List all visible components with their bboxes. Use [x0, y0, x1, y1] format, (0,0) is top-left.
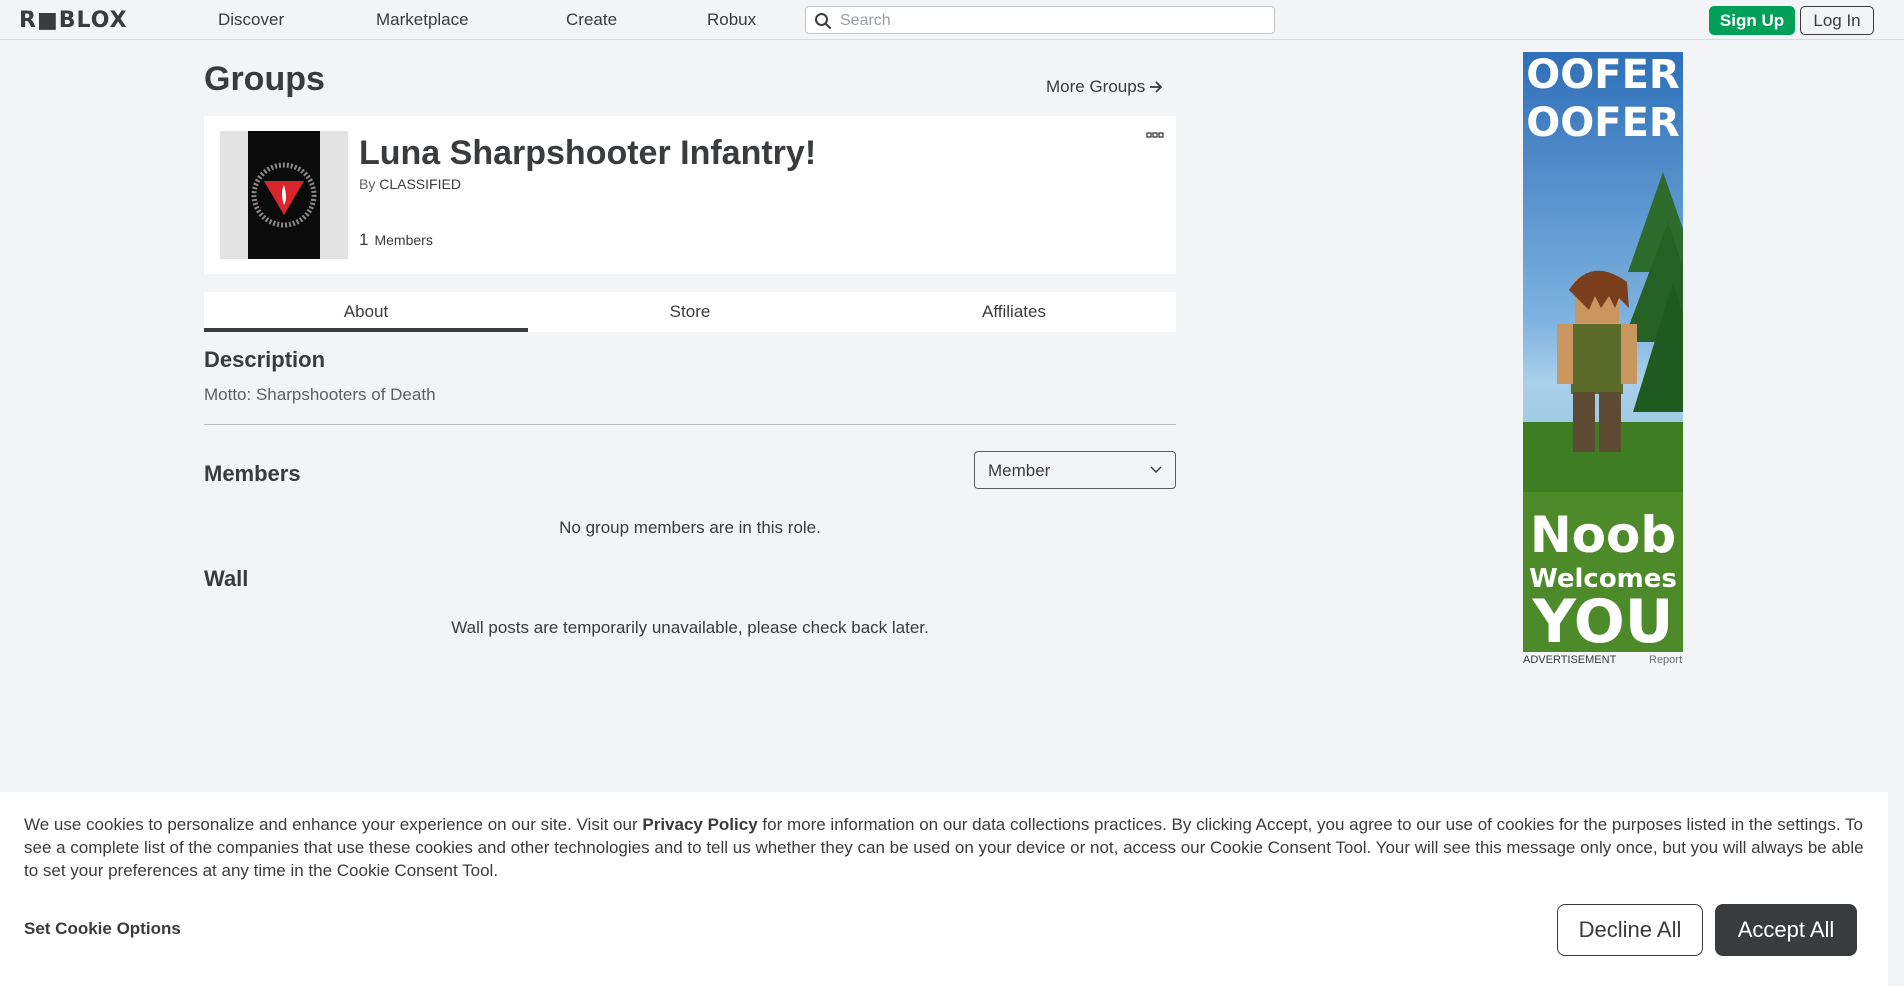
ad-text-5: YOU [1531, 587, 1673, 652]
cookie-text-before: We use cookies to personalize and enhanc… [24, 815, 643, 834]
tab-affiliates[interactable]: Affiliates [852, 292, 1176, 332]
description-title: Description [204, 347, 326, 372]
group-tabs: About Store Affiliates [204, 292, 1176, 332]
cookie-banner: We use cookies to personalize and enhanc… [0, 792, 1888, 986]
by-label: By [359, 176, 376, 192]
ad-text-1: OOFER [1526, 52, 1679, 98]
sign-up-button[interactable]: Sign Up [1709, 6, 1795, 35]
search-icon [815, 13, 831, 29]
group-emblem-image [248, 131, 320, 259]
nav-robux[interactable]: Robux [707, 10, 756, 30]
page-title: Groups [204, 60, 325, 98]
more-groups-link[interactable]: More Groups [1046, 77, 1163, 97]
cookie-text: We use cookies to personalize and enhanc… [24, 813, 1874, 882]
nav-discover[interactable]: Discover [218, 10, 284, 30]
chevron-down-icon [1150, 466, 1162, 474]
nav-marketplace[interactable]: Marketplace [376, 10, 469, 30]
ad-report-link[interactable]: Report [1649, 654, 1682, 666]
role-dropdown[interactable]: Member [974, 451, 1176, 489]
nav-create[interactable]: Create [566, 10, 617, 30]
owner-name[interactable]: CLASSIFIED [379, 176, 461, 192]
ad-text-3: Noob [1530, 506, 1676, 564]
advertisement-banner[interactable]: OOFER OOFER Noob Welcomes YOU [1523, 52, 1683, 652]
ad-text-2: OOFER [1526, 100, 1679, 146]
arrow-right-icon [1150, 81, 1163, 93]
group-header-card: Luna Sharpshooter Infantry! By CLASSIFIE… [204, 116, 1176, 274]
tab-about[interactable]: About [204, 292, 528, 332]
set-cookie-options-button[interactable]: Set Cookie Options [24, 919, 181, 939]
member-count-label: Members [374, 232, 433, 248]
wall-title: Wall [204, 566, 249, 591]
top-nav: R■BLOX Discover Marketplace Create Robux… [0, 0, 1904, 40]
group-name: Luna Sharpshooter Infantry! [359, 134, 817, 172]
divider [204, 424, 1176, 425]
members-title: Members [204, 461, 301, 486]
more-options-icon[interactable] [1146, 132, 1164, 140]
log-in-button[interactable]: Log In [1800, 6, 1874, 35]
privacy-policy-link[interactable]: Privacy Policy [642, 815, 757, 834]
decline-all-button[interactable]: Decline All [1557, 904, 1703, 956]
roblox-logo[interactable]: R■BLOX [19, 7, 128, 33]
wall-message: Wall posts are temporarily unavailable, … [451, 618, 929, 637]
member-count: 1 Members [359, 230, 433, 250]
tab-store[interactable]: Store [528, 292, 852, 332]
ad-image: OOFER OOFER Noob Welcomes YOU [1523, 52, 1683, 652]
description-text: Motto: Sharpshooters of Death [204, 385, 436, 404]
ad-label: ADVERTISEMENT [1523, 654, 1617, 666]
group-owner: By CLASSIFIED [359, 176, 461, 192]
more-groups-label: More Groups [1046, 77, 1146, 96]
members-empty-message: No group members are in this role. [559, 518, 821, 537]
logo-text: R■BLOX [19, 7, 128, 33]
search-box[interactable] [805, 6, 1275, 34]
accept-all-button[interactable]: Accept All [1715, 904, 1857, 956]
search-input[interactable] [838, 9, 1262, 33]
member-count-number: 1 [359, 230, 369, 249]
group-emblem[interactable] [220, 131, 348, 259]
role-selected: Member [988, 461, 1051, 480]
